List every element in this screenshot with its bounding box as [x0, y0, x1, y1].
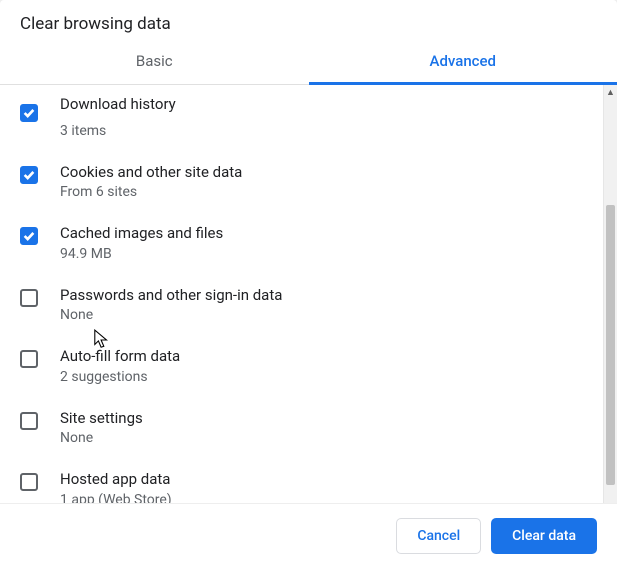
- item-cache: Cached images and files 94.9 MB: [20, 214, 587, 276]
- tab-bar: Basic Advanced: [0, 42, 617, 85]
- item-autofill: Auto-fill form data 2 suggestions: [20, 337, 587, 399]
- checkbox-hosted-apps[interactable]: [20, 473, 38, 491]
- item-title: Cookies and other site data: [60, 163, 587, 183]
- checkbox-cache[interactable]: [20, 227, 38, 245]
- checkbox-autofill[interactable]: [20, 350, 38, 368]
- item-subtitle: 1 app (Web Store): [60, 492, 587, 504]
- clear-browsing-data-dialog: Clear browsing data Basic Advanced Downl…: [0, 0, 617, 572]
- scroll-area: Download history 3 items Cookies and oth…: [0, 85, 617, 503]
- clear-data-button[interactable]: Clear data: [491, 518, 597, 554]
- scrollbar-up-icon[interactable]: ▲: [604, 85, 617, 99]
- checkbox-site-settings[interactable]: [20, 412, 38, 430]
- checkbox-cookies[interactable]: [20, 166, 38, 184]
- item-title: Download history: [60, 95, 587, 115]
- item-subtitle: From 6 sites: [60, 184, 587, 200]
- item-text: Cached images and files 94.9 MB: [60, 224, 587, 262]
- item-text: Site settings None: [60, 409, 587, 447]
- tab-advanced[interactable]: Advanced: [309, 42, 617, 84]
- item-text: Auto-fill form data 2 suggestions: [60, 347, 587, 385]
- item-text: Cookies and other site data From 6 sites: [60, 163, 587, 201]
- scrollbar-thumb[interactable]: [606, 205, 615, 485]
- data-type-list: Download history 3 items Cookies and oth…: [0, 85, 603, 503]
- item-subtitle: 3 items: [60, 123, 587, 139]
- item-title: Auto-fill form data: [60, 347, 587, 367]
- scrollbar[interactable]: ▲: [603, 85, 617, 503]
- item-title: Site settings: [60, 409, 587, 429]
- item-text: Passwords and other sign-in data None: [60, 286, 587, 324]
- item-title: Cached images and files: [60, 224, 587, 244]
- item-passwords: Passwords and other sign-in data None: [20, 276, 587, 338]
- item-download-history: Download history 3 items: [20, 91, 587, 153]
- item-subtitle: 2 suggestions: [60, 369, 587, 385]
- item-subtitle: None: [60, 307, 587, 323]
- item-subtitle: None: [60, 430, 587, 446]
- item-text: Hosted app data 1 app (Web Store): [60, 470, 587, 503]
- item-hosted-apps: Hosted app data 1 app (Web Store): [20, 460, 587, 503]
- checkbox-download-history[interactable]: [20, 104, 38, 122]
- item-title: Passwords and other sign-in data: [60, 286, 587, 306]
- tab-basic[interactable]: Basic: [0, 42, 309, 84]
- item-title: Hosted app data: [60, 470, 587, 490]
- item-cookies: Cookies and other site data From 6 sites: [20, 153, 587, 215]
- cancel-button[interactable]: Cancel: [396, 518, 481, 554]
- checkbox-passwords[interactable]: [20, 289, 38, 307]
- dialog-footer: Cancel Clear data: [0, 503, 617, 572]
- dialog-title: Clear browsing data: [0, 0, 617, 42]
- item-text: Download history 3 items: [60, 101, 587, 139]
- item-site-settings: Site settings None: [20, 399, 587, 461]
- item-subtitle: 94.9 MB: [60, 246, 587, 262]
